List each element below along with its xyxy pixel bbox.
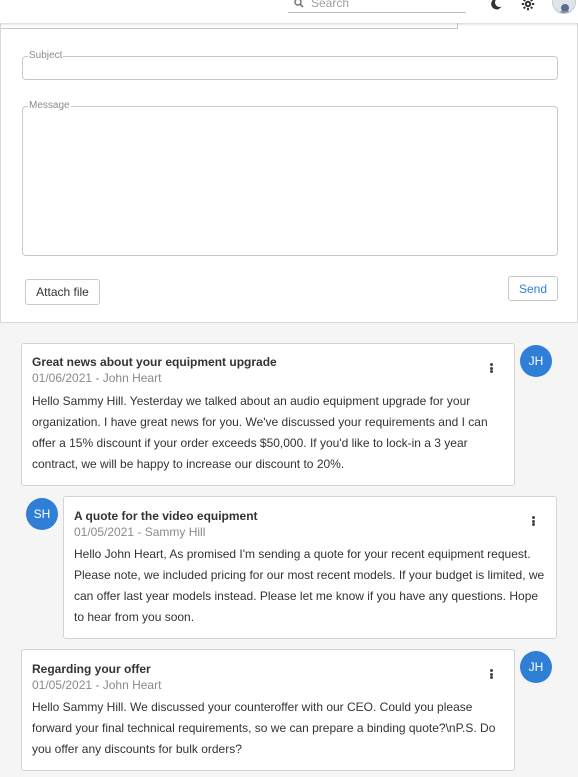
message-meta: 01/05/2021 - John Heart bbox=[32, 678, 162, 692]
message-meta: 01/06/2021 - John Heart bbox=[32, 371, 162, 385]
subject-field[interactable]: Subject bbox=[22, 51, 558, 80]
thread-message-2: A quote for the video equipment 01/05/20… bbox=[63, 496, 557, 639]
message-body: Hello Sammy Hill. We discussed your coun… bbox=[32, 700, 496, 756]
subject-label: Subject bbox=[29, 50, 63, 61]
thread-message-3: Regarding your offer 01/05/2021 - John H… bbox=[21, 649, 515, 771]
send-button[interactable]: Send bbox=[508, 276, 558, 301]
user-avatar[interactable] bbox=[552, 0, 576, 14]
attach-file-button[interactable]: Attach file bbox=[25, 279, 100, 305]
message-meta: 01/05/2021 - Sammy Hill bbox=[74, 525, 206, 539]
avatar-badge: JH bbox=[520, 345, 552, 377]
search-input[interactable] bbox=[311, 0, 461, 10]
message-label: Message bbox=[29, 100, 70, 111]
more-options-icon[interactable] bbox=[528, 514, 538, 528]
message-title: Regarding your offer bbox=[32, 662, 151, 676]
message-title: A quote for the video equipment bbox=[74, 509, 258, 523]
dark-mode-moon-icon[interactable] bbox=[488, 0, 504, 12]
settings-gear-icon[interactable] bbox=[520, 0, 536, 12]
search-box[interactable] bbox=[288, 0, 466, 13]
message-field[interactable]: Message bbox=[22, 101, 558, 256]
more-options-icon[interactable] bbox=[486, 667, 496, 681]
message-title: Great news about your equipment upgrade bbox=[32, 355, 277, 369]
search-icon bbox=[292, 0, 306, 8]
message-body: Hello John Heart, As promised I'm sendin… bbox=[74, 547, 545, 624]
message-textarea[interactable] bbox=[23, 111, 557, 246]
top-bar bbox=[0, 0, 578, 23]
subject-input[interactable] bbox=[23, 62, 557, 78]
more-options-icon[interactable] bbox=[486, 361, 496, 375]
avatar-badge: SH bbox=[26, 498, 58, 530]
compose-panel: Subject Message Attach file Send bbox=[0, 0, 578, 323]
avatar-badge: JH bbox=[520, 651, 552, 683]
message-body: Hello Sammy Hill. Yesterday we talked ab… bbox=[32, 394, 488, 471]
thread-message-1: Great news about your equipment upgrade … bbox=[21, 343, 515, 486]
